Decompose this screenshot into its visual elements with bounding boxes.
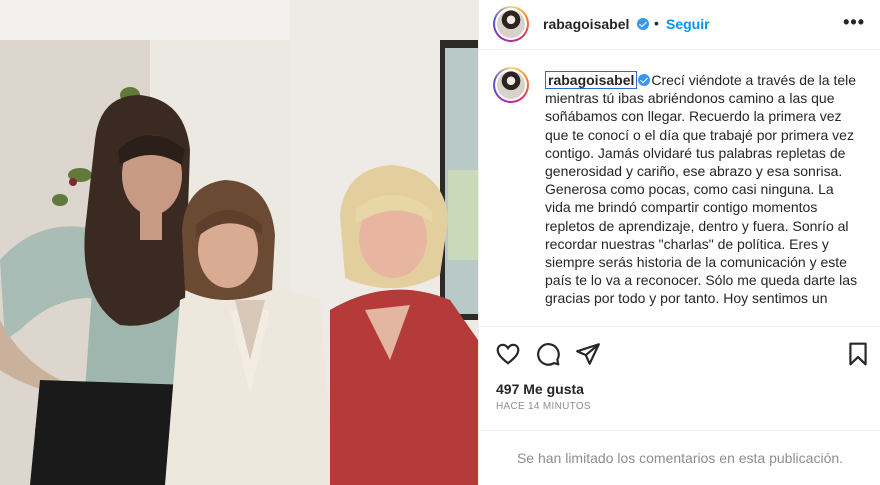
caption-username[interactable]: rabagoisabel [545, 71, 638, 89]
post-timestamp[interactable]: HACE 14 MINUTOS [496, 401, 591, 412]
verified-badge-icon [638, 74, 651, 86]
caption-avatar[interactable] [493, 67, 529, 103]
caption-text: rabagoisabel Crecí viéndote a través de l… [545, 71, 863, 308]
post-side-panel: rabagoisabel • Seguir ••• rabagoisabel Cr… [478, 0, 880, 485]
action-bar [479, 326, 880, 378]
separator-dot: • [654, 15, 659, 31]
photo-illustration [0, 0, 478, 485]
verified-badge-icon [637, 18, 649, 30]
bookmark-icon[interactable] [845, 341, 871, 367]
caption-area: rabagoisabel Crecí viéndote a través de l… [479, 51, 880, 325]
post-photo[interactable] [0, 0, 478, 485]
more-options-icon[interactable]: ••• [843, 12, 865, 33]
comment-icon[interactable] [535, 341, 561, 367]
comments-limited-notice: Se han limitado los comentarios en esta … [479, 430, 880, 485]
follow-button[interactable]: Seguir [666, 16, 710, 32]
share-icon[interactable] [575, 341, 601, 367]
avatar[interactable] [493, 6, 529, 42]
likes-count[interactable]: 497 Me gusta [496, 381, 584, 397]
post-header: rabagoisabel • Seguir ••• [479, 0, 880, 50]
header-username[interactable]: rabagoisabel [543, 16, 629, 32]
heart-icon[interactable] [495, 341, 521, 367]
caption-body: Crecí viéndote a través de la tele mient… [545, 72, 858, 307]
